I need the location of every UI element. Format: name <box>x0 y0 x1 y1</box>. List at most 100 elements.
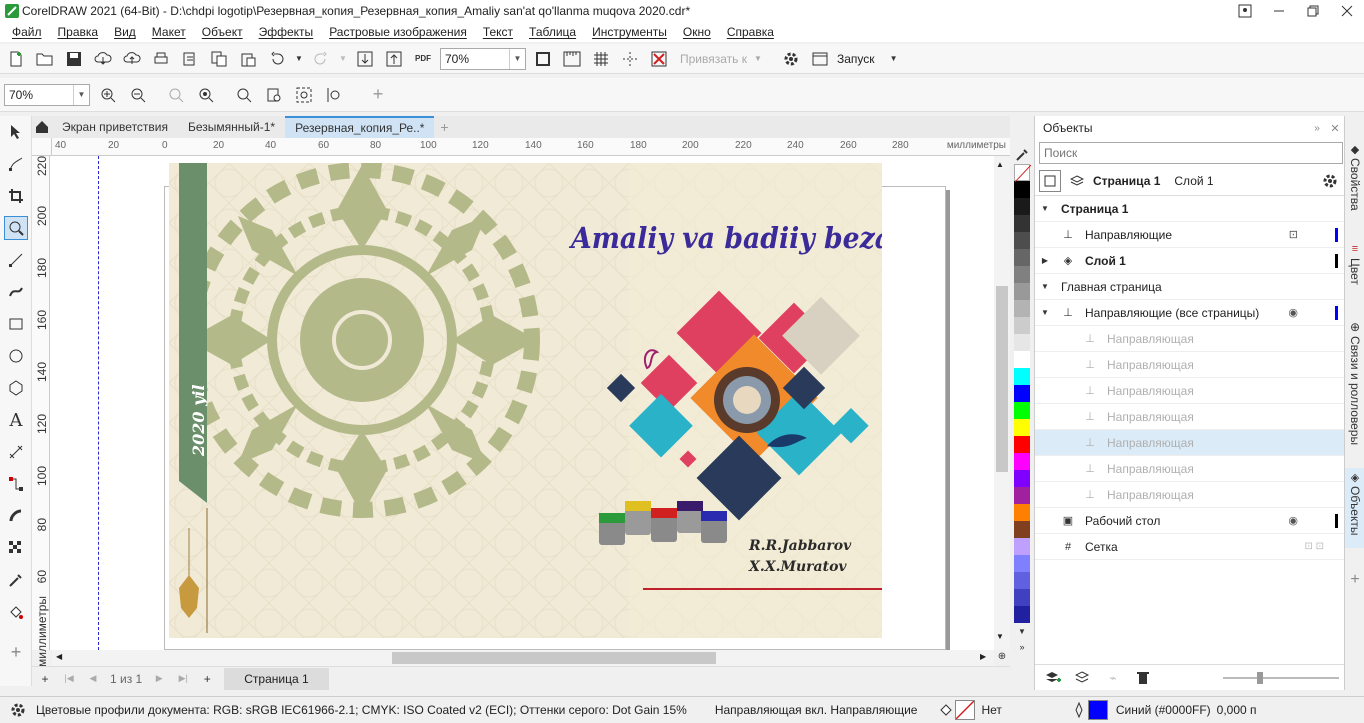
collapse-arrow-icon[interactable]: ▼ <box>1035 308 1055 317</box>
palette-expand-icon[interactable]: » <box>1012 640 1032 654</box>
color-swatch[interactable] <box>1014 606 1030 623</box>
tree-row[interactable]: ⊥ Направляющая <box>1035 430 1344 456</box>
text-tool-icon[interactable]: A <box>4 408 28 432</box>
tree-row[interactable]: ▼ Страница 1 <box>1035 196 1344 222</box>
page-view-icon[interactable] <box>1039 169 1061 192</box>
show-grid-icon[interactable] <box>589 47 613 71</box>
vertical-scroll-thumb[interactable] <box>996 286 1008 472</box>
color-swatch[interactable] <box>1014 436 1030 453</box>
vertical-ruler[interactable]: 220 200 180 160 140 120 100 80 60 миллим… <box>32 156 50 667</box>
zoom-page-height-icon[interactable] <box>292 83 316 107</box>
new-layer-icon[interactable] <box>1043 666 1063 690</box>
zoom-navigator-icon[interactable]: ⊕ <box>994 648 1010 664</box>
previous-page-icon[interactable]: ◀ <box>86 667 100 691</box>
zoom-tool-icon[interactable] <box>4 216 28 240</box>
scroll-down-icon[interactable]: ▼ <box>996 632 1004 641</box>
drop-shadow-tool-icon[interactable] <box>4 504 28 528</box>
menu-edit[interactable]: Правка <box>58 25 99 39</box>
tree-row[interactable]: ⊥ Направляющая <box>1035 378 1344 404</box>
menu-text[interactable]: Текст <box>483 25 513 39</box>
menu-table[interactable]: Таблица <box>529 25 576 39</box>
horizontal-ruler[interactable]: 40 20 0 20 40 60 80 100 120 140 160 180 … <box>52 138 1010 156</box>
no-color-swatch[interactable] <box>1014 164 1031 182</box>
current-page-label[interactable]: Страница 1 <box>1093 174 1160 188</box>
crop-tool-icon[interactable] <box>4 184 28 208</box>
docker-expand-icon[interactable]: » <box>1308 116 1326 140</box>
undo-icon[interactable] <box>265 47 289 71</box>
collapse-arrow-icon[interactable]: ▼ <box>1035 204 1055 213</box>
options-gear-icon[interactable] <box>779 47 803 71</box>
ellipse-tool-icon[interactable] <box>4 344 28 368</box>
color-swatch[interactable] <box>1014 402 1030 419</box>
color-swatch[interactable] <box>1014 385 1030 402</box>
save-icon[interactable] <box>62 47 86 71</box>
banner-year-text[interactable]: 2020 yil <box>189 356 208 456</box>
redo-icon[interactable] <box>309 47 333 71</box>
cloud-upload-icon[interactable] <box>120 47 144 71</box>
tree-row[interactable]: ▶ ◈ Слой 1 <box>1035 248 1344 274</box>
color-swatch[interactable] <box>1014 521 1030 538</box>
docker-options-gear-icon[interactable] <box>1318 169 1342 193</box>
color-swatch[interactable] <box>1014 487 1030 504</box>
lock-icon[interactable]: ⊡ ⊡ <box>1304 541 1324 552</box>
scroll-right-icon[interactable]: ▶ <box>980 652 986 661</box>
tree-row[interactable]: ⊥ Направляющие ⊡ <box>1035 222 1344 248</box>
horizontal-scroll-thumb[interactable] <box>392 652 716 664</box>
no-fill-swatch[interactable] <box>955 700 976 720</box>
guideline[interactable] <box>98 156 99 650</box>
page-tab[interactable]: Страница 1 <box>224 667 329 690</box>
current-layer-label[interactable]: Слой 1 <box>1174 174 1213 188</box>
show-guidelines-icon[interactable] <box>618 47 642 71</box>
color-swatch[interactable] <box>1014 572 1030 589</box>
color-swatch[interactable] <box>1014 266 1030 283</box>
objects-search-input[interactable] <box>1039 142 1343 164</box>
new-tab-icon[interactable]: + <box>434 115 454 139</box>
open-icon[interactable] <box>33 47 57 71</box>
color-swatch[interactable] <box>1014 181 1030 198</box>
interactive-fill-icon[interactable] <box>4 600 28 624</box>
menu-effects[interactable]: Эффекты <box>259 25 314 39</box>
launch-dropdown-icon[interactable]: ▼ <box>886 47 902 71</box>
author-1[interactable]: R.R.Jabbarov <box>749 538 851 554</box>
color-swatch[interactable] <box>1014 419 1030 436</box>
visibility-eye-icon[interactable]: ◉ <box>1288 306 1298 319</box>
snap-to-label[interactable]: Привязать к <box>680 52 747 66</box>
tab-welcome[interactable]: Экран приветствия <box>52 116 178 138</box>
menu-window[interactable]: Окно <box>683 25 711 39</box>
full-screen-icon[interactable] <box>531 47 555 71</box>
zoom-out-icon[interactable] <box>126 83 150 107</box>
color-swatch[interactable] <box>1014 470 1030 487</box>
copy-icon[interactable] <box>207 47 231 71</box>
lock-icon[interactable]: ⊡ <box>1289 228 1298 241</box>
link-layers-icon[interactable]: ⌁ <box>1103 666 1123 690</box>
menu-help[interactable]: Справка <box>727 25 774 39</box>
drawing-canvas[interactable]: 2020 yil Amaliy va badiiy bezak san'ati … <box>50 156 994 650</box>
cut-icon[interactable] <box>178 47 202 71</box>
tree-row[interactable]: ⊥ Направляющая <box>1035 456 1344 482</box>
color-swatch[interactable] <box>1014 368 1030 385</box>
show-rulers-icon[interactable] <box>560 47 584 71</box>
color-swatch[interactable] <box>1014 504 1030 521</box>
eyedropper-tool-icon[interactable] <box>4 568 28 592</box>
tab-properties[interactable]: ◆ Свойства <box>1345 140 1364 230</box>
color-swatch[interactable] <box>1014 249 1030 266</box>
publish-pdf-icon[interactable]: PDF <box>411 47 435 71</box>
tab-untitled[interactable]: Безымянный-1* <box>178 116 285 138</box>
new-master-layer-icon[interactable] <box>1073 666 1093 690</box>
restore-icon[interactable] <box>1296 0 1330 23</box>
cloud-download-icon[interactable] <box>91 47 115 71</box>
tab-links[interactable]: ⊕ Связи и ролловеры <box>1345 318 1364 468</box>
zoom-level-combo[interactable]: 70% ▼ <box>440 47 526 70</box>
last-page-icon[interactable]: ▶| <box>176 667 190 691</box>
new-document-icon[interactable] <box>4 47 28 71</box>
eyedropper-icon[interactable] <box>1012 146 1032 164</box>
redo-dropdown-icon[interactable]: ▼ <box>338 47 348 71</box>
menu-layout[interactable]: Макет <box>152 25 186 39</box>
color-swatch[interactable] <box>1014 300 1030 317</box>
connector-tool-icon[interactable] <box>4 472 28 496</box>
chevron-down-icon[interactable]: ▼ <box>509 48 525 69</box>
menu-view[interactable]: Вид <box>114 25 136 39</box>
add-page-after-icon[interactable]: + <box>200 667 214 691</box>
settings-gear-icon[interactable] <box>8 698 28 722</box>
add-page-before-icon[interactable]: + <box>38 667 52 691</box>
